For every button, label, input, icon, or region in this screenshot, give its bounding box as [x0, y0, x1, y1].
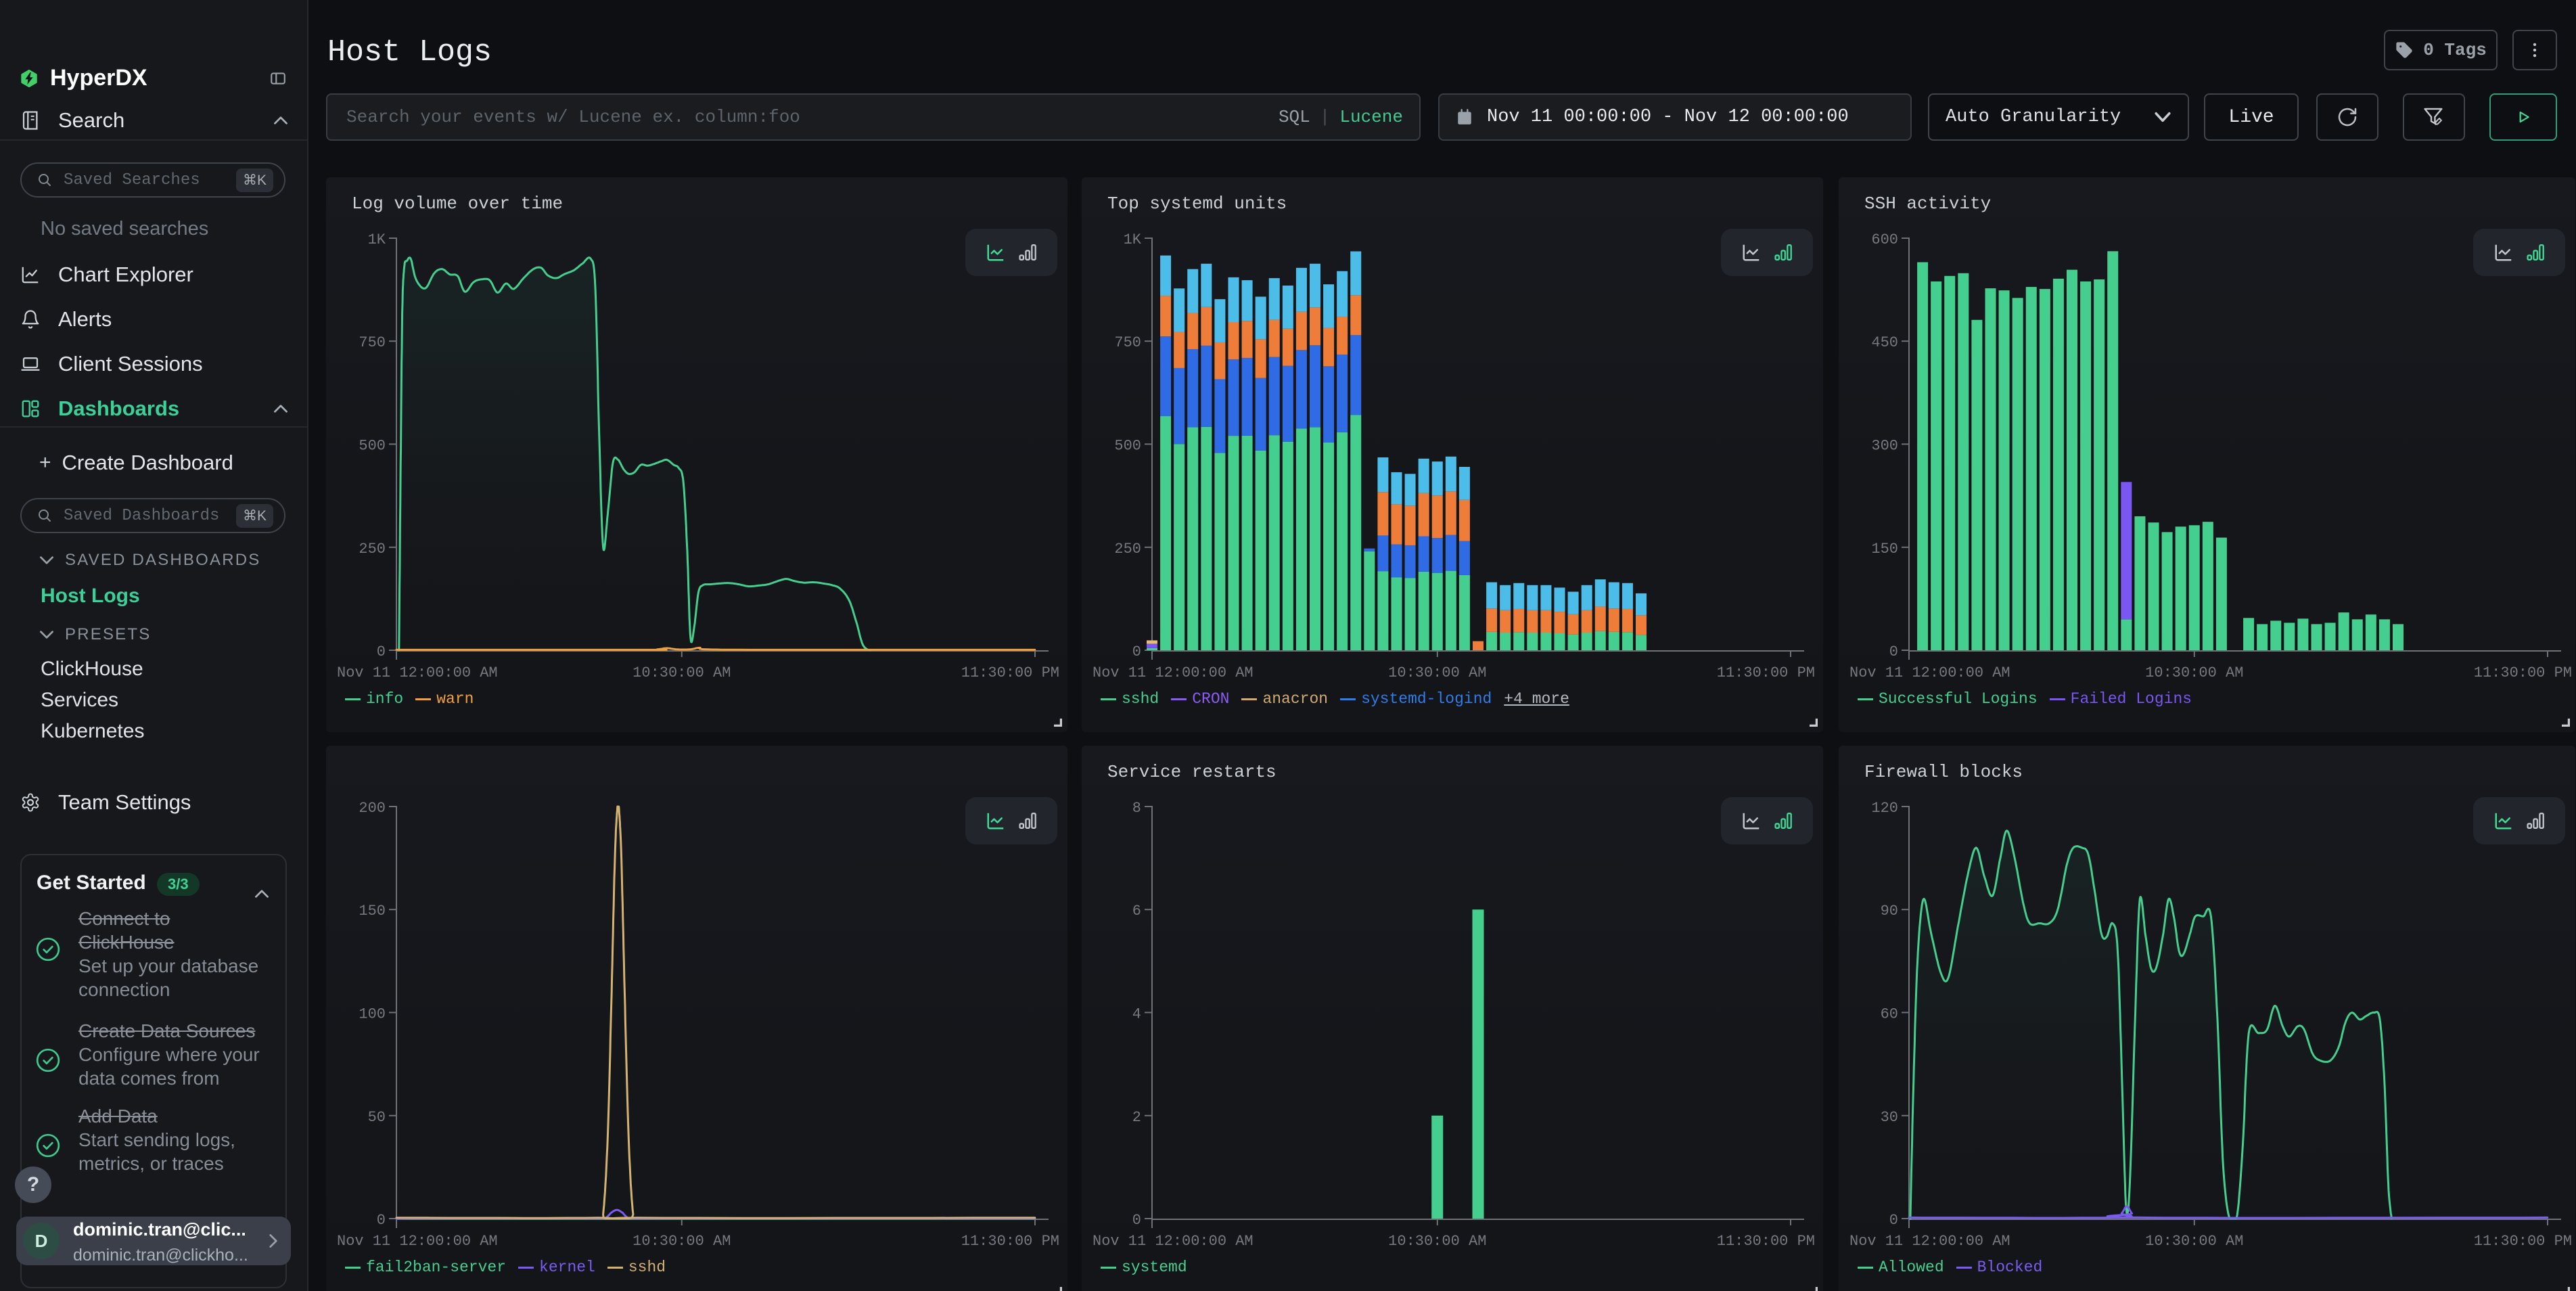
svg-text:200: 200 — [359, 800, 386, 817]
svg-text:Nov 11 12:00:00 AM: Nov 11 12:00:00 AM — [1092, 664, 1254, 681]
svg-text:2: 2 — [1132, 1109, 1141, 1126]
svg-text:300: 300 — [1871, 437, 1898, 454]
svg-text:750: 750 — [359, 334, 386, 351]
svg-text:11:30:00 PM: 11:30:00 PM — [961, 664, 1059, 681]
svg-text:750: 750 — [1114, 334, 1141, 351]
svg-text:60: 60 — [1881, 1005, 1898, 1022]
svg-text:250: 250 — [1114, 541, 1141, 558]
svg-text:120: 120 — [1871, 800, 1898, 817]
svg-text:600: 600 — [1871, 231, 1898, 248]
svg-text:10:30:00 AM: 10:30:00 AM — [1388, 1233, 1486, 1249]
svg-text:11:30:00 PM: 11:30:00 PM — [1717, 664, 1815, 681]
svg-text:6: 6 — [1132, 903, 1141, 920]
svg-text:11:30:00 PM: 11:30:00 PM — [961, 1233, 1059, 1249]
svg-text:Nov 11 12:00:00 AM: Nov 11 12:00:00 AM — [337, 1233, 498, 1249]
svg-text:0: 0 — [1132, 643, 1141, 660]
svg-text:Nov 11 12:00:00 AM: Nov 11 12:00:00 AM — [1092, 1233, 1254, 1249]
svg-text:Nov 11 12:00:00 AM: Nov 11 12:00:00 AM — [1849, 1233, 2010, 1249]
svg-text:10:30:00 AM: 10:30:00 AM — [2145, 1233, 2243, 1249]
svg-text:0: 0 — [1889, 1212, 1898, 1229]
svg-text:1K: 1K — [1124, 231, 1142, 248]
svg-text:500: 500 — [359, 437, 386, 454]
svg-text:11:30:00 PM: 11:30:00 PM — [1717, 1233, 1815, 1249]
svg-text:450: 450 — [1871, 334, 1898, 351]
svg-text:0: 0 — [1889, 643, 1898, 660]
svg-text:1K: 1K — [368, 231, 386, 248]
svg-text:250: 250 — [359, 541, 386, 558]
svg-text:100: 100 — [359, 1005, 386, 1022]
svg-text:500: 500 — [1114, 437, 1141, 454]
svg-text:50: 50 — [368, 1109, 386, 1126]
svg-text:0: 0 — [377, 1212, 386, 1229]
svg-text:8: 8 — [1132, 800, 1141, 817]
svg-text:10:30:00 AM: 10:30:00 AM — [1388, 664, 1486, 681]
svg-text:150: 150 — [1871, 541, 1898, 558]
svg-text:11:30:00 PM: 11:30:00 PM — [2474, 664, 2572, 681]
svg-text:90: 90 — [1881, 903, 1898, 920]
svg-text:0: 0 — [377, 643, 386, 660]
svg-text:4: 4 — [1132, 1005, 1141, 1022]
svg-text:10:30:00 AM: 10:30:00 AM — [632, 664, 731, 681]
svg-text:11:30:00 PM: 11:30:00 PM — [2474, 1233, 2572, 1249]
svg-text:Nov 11 12:00:00 AM: Nov 11 12:00:00 AM — [337, 664, 498, 681]
svg-text:10:30:00 AM: 10:30:00 AM — [632, 1233, 731, 1249]
svg-text:0: 0 — [1132, 1212, 1141, 1229]
svg-text:150: 150 — [359, 903, 386, 920]
svg-text:Nov 11 12:00:00 AM: Nov 11 12:00:00 AM — [1849, 664, 2010, 681]
svg-text:10:30:00 AM: 10:30:00 AM — [2145, 664, 2243, 681]
svg-text:30: 30 — [1881, 1109, 1898, 1126]
